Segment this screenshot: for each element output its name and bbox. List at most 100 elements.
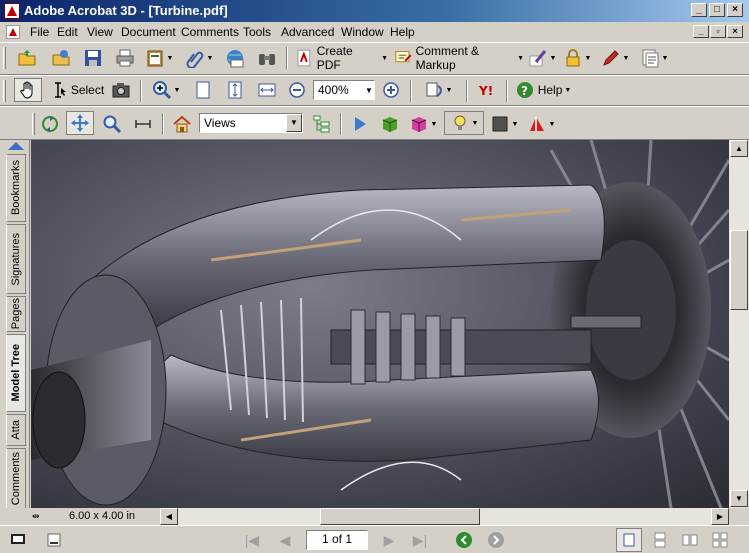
last-page-button[interactable]: ▶| (406, 528, 434, 552)
menu-view[interactable]: View (87, 25, 113, 39)
toolbar-grip[interactable] (3, 47, 6, 69)
menu-document[interactable]: Document (121, 25, 176, 39)
comment-markup-button[interactable]: Comment & Markup ▼ (394, 44, 524, 72)
measure-3d-button[interactable] (130, 112, 156, 136)
save-button[interactable] (80, 46, 106, 70)
tab-model-tree[interactable]: Model Tree (6, 334, 26, 412)
go-forward-button[interactable] (484, 528, 508, 552)
doc-restore-button[interactable]: ▫ (710, 25, 726, 38)
scroll-up-button[interactable]: ▲ (730, 140, 748, 157)
forms-button[interactable]: ▼ (636, 46, 672, 70)
create-pdf-button[interactable]: Create PDF ▼ (294, 44, 388, 72)
vertical-scrollbar[interactable]: ▲ ▼ (729, 140, 749, 508)
next-page-button[interactable]: ▶ (376, 528, 402, 552)
zoom-3d-icon (103, 115, 122, 134)
open-button[interactable] (14, 46, 40, 70)
projection-button[interactable] (378, 112, 402, 136)
fit-page-button[interactable] (222, 78, 248, 102)
minimize-button[interactable]: _ (691, 3, 707, 17)
acrobat-app-icon[interactable] (4, 3, 20, 19)
previous-page-button[interactable]: ◀ (272, 528, 298, 552)
hand-tool-button[interactable] (14, 78, 42, 102)
collapse-toolbar-arrow-icon[interactable] (8, 142, 24, 150)
snapshot-button[interactable] (108, 78, 134, 102)
3d-toolbar: Views ▼ ▼ ▼ ▼ ▼ (0, 106, 749, 140)
fit-width-button[interactable] (254, 78, 280, 102)
vertical-scroll-thumb[interactable] (730, 230, 748, 310)
select-tool-button[interactable]: Select (46, 78, 106, 102)
zoom-tool-button[interactable]: ▼ (148, 78, 184, 102)
view-mode-button[interactable] (8, 528, 28, 552)
doc-close-button[interactable]: × (727, 25, 743, 38)
zoom-in-plus-icon (383, 82, 399, 98)
menu-edit[interactable]: Edit (57, 25, 78, 39)
yahoo-button[interactable]: Y! (474, 78, 500, 102)
pen-button[interactable]: ▼ (598, 46, 632, 70)
search-button[interactable] (254, 46, 280, 70)
svg-text:?: ? (521, 84, 528, 98)
views-dropdown[interactable]: Views ▼ (199, 113, 303, 133)
document-icon[interactable] (6, 25, 20, 39)
actual-size-button[interactable] (190, 78, 216, 102)
rotate-3d-button[interactable] (38, 112, 62, 136)
zoom-in-button[interactable] (380, 78, 402, 102)
continuous-layout-button[interactable] (648, 528, 672, 552)
save-disk-icon (85, 50, 101, 66)
menu-help[interactable]: Help (390, 25, 415, 39)
tab-pages[interactable]: Pages (6, 296, 26, 332)
tab-attachments[interactable]: Atta (6, 414, 26, 446)
menu-window[interactable]: Window (341, 25, 384, 39)
model-tree-toggle-button[interactable] (310, 112, 334, 136)
print-button[interactable] (112, 46, 138, 70)
horizontal-scroll-thumb[interactable] (320, 508, 480, 525)
go-back-button[interactable] (452, 528, 476, 552)
secure-button[interactable]: ▼ (560, 46, 594, 70)
split-handle-icon[interactable]: ⇹ (32, 511, 44, 522)
cross-section-button[interactable]: ▼ (524, 112, 558, 136)
facing-layout-button[interactable] (678, 528, 702, 552)
tab-signatures[interactable]: Signatures (6, 224, 26, 294)
email-button[interactable] (222, 46, 248, 70)
pan-3d-button[interactable] (66, 111, 94, 135)
continuous-facing-layout-button[interactable] (708, 528, 732, 552)
render-mode-button[interactable]: ▼ (406, 112, 440, 136)
horizontal-scrollbar[interactable]: ◀ ▶ (160, 508, 729, 525)
single-page-layout-button[interactable] (616, 528, 642, 552)
organizer-button[interactable] (48, 46, 74, 70)
tab-bookmarks[interactable]: Bookmarks (6, 154, 26, 222)
menu-tools[interactable]: Tools (243, 25, 271, 39)
close-button[interactable]: × (727, 3, 743, 17)
turbine-3d-model-image[interactable] (31, 140, 729, 508)
views-value: Views (204, 116, 236, 130)
scroll-down-button[interactable]: ▼ (730, 490, 748, 507)
chevron-down-icon[interactable]: ▼ (286, 114, 302, 132)
attach-button[interactable]: ▼ (182, 46, 216, 70)
menu-comments[interactable]: Comments (181, 25, 239, 39)
tab-comments[interactable]: Comments (6, 448, 26, 510)
3d-model-viewport[interactable] (31, 140, 729, 508)
doc-minimize-button[interactable]: _ (693, 25, 709, 38)
toolbar-grip[interactable] (32, 113, 35, 135)
zoom-out-minus-icon (289, 82, 305, 98)
scroll-right-button[interactable]: ▶ (711, 508, 729, 525)
tasks-button[interactable]: ▼ (142, 46, 176, 70)
zoom-dropdown-button[interactable]: ▼ (362, 78, 376, 102)
menu-advanced[interactable]: Advanced (281, 25, 334, 39)
menu-file[interactable]: File (30, 25, 49, 39)
maximize-button[interactable]: □ (709, 3, 725, 17)
background-color-button[interactable]: ▼ (488, 112, 520, 136)
zoom-3d-button[interactable] (100, 112, 124, 136)
play-animation-button[interactable] (348, 112, 372, 136)
help-button[interactable]: ? Help ▼ (514, 78, 572, 102)
lighting-button[interactable]: ▼ (444, 111, 484, 135)
toolbar-grip[interactable] (3, 80, 6, 102)
minimize-pane-button[interactable] (44, 528, 64, 552)
sign-button[interactable]: ▼ (526, 46, 558, 70)
default-view-button[interactable] (170, 112, 194, 136)
first-page-button[interactable]: |◀ (238, 528, 266, 552)
printer-icon (116, 49, 134, 67)
page-number-input[interactable]: 1 of 1 (306, 530, 368, 550)
scroll-left-button[interactable]: ◀ (160, 508, 178, 525)
rotate-view-button[interactable]: ▼ (418, 78, 458, 102)
zoom-out-button[interactable] (286, 78, 308, 102)
